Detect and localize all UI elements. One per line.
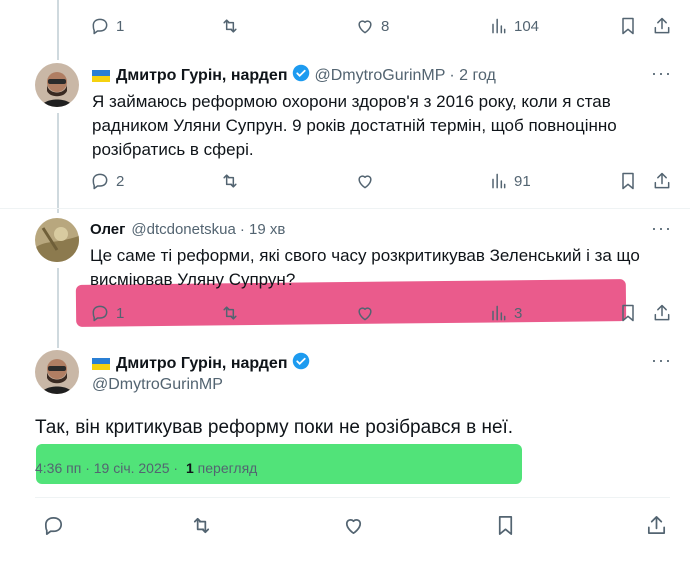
tweet3-text: Це саме ті реформи, які свого часу розкр…: [90, 244, 680, 292]
thread-line: [57, 113, 59, 213]
reply-count: 1: [116, 304, 125, 322]
heart-icon: [358, 175, 372, 189]
retweet-icon: [223, 174, 237, 188]
user-handle[interactable]: @DmytroGurinMP: [92, 376, 223, 394]
share-icon: [647, 516, 666, 535]
share-icon: [654, 17, 670, 34]
retweet-button[interactable]: [190, 514, 213, 537]
more-options-icon[interactable]: ···: [651, 63, 672, 84]
views-label: перегляд: [197, 460, 258, 476]
thread-line: [57, 268, 59, 348]
retweet-button[interactable]: [220, 171, 240, 191]
like-button[interactable]: [355, 303, 375, 323]
tweet-text-line: Це саме ті реформи, які свого часу розкр…: [90, 246, 640, 265]
retweet-button[interactable]: [220, 303, 240, 323]
verified-badge-icon: [292, 64, 310, 87]
avatar-image: [35, 218, 79, 262]
bookmark-icon: [622, 17, 634, 35]
retweet-icon: [223, 19, 237, 33]
bookmark-icon: [622, 172, 634, 190]
display-name[interactable]: Дмитро Гурін, нардеп: [116, 67, 287, 85]
reply-icon: [92, 173, 108, 190]
tweet2-header: Дмитро Гурін, нардеп @DmytroGurinMP · 2 …: [92, 64, 496, 87]
views-count: 91: [514, 172, 531, 190]
more-options-icon[interactable]: ···: [651, 218, 672, 239]
tweet-text-line: радником Уляни Супрун. 9 років достатній…: [92, 116, 617, 135]
display-name[interactable]: Олег: [90, 221, 125, 238]
tweet-timestamp: 4:36 пп · 19 січ. 2025 · 1 перегляд: [35, 460, 257, 476]
like-button[interactable]: 8: [355, 16, 389, 36]
tweet3-header: Олег @dtcdonetskua · 19 хв: [90, 221, 285, 238]
retweet-icon: [223, 306, 237, 320]
avatar-image: [35, 350, 79, 394]
timestamp-text[interactable]: 4:36 пп · 19 січ. 2025 ·: [35, 460, 178, 476]
heart-icon: [358, 307, 372, 321]
heart-icon: [345, 519, 362, 535]
user-handle[interactable]: @DmytroGurinMP: [314, 67, 445, 85]
divider: [35, 497, 670, 498]
bookmark-button[interactable]: [618, 303, 638, 323]
ukraine-flag-icon: [92, 69, 110, 82]
retweet-icon: [193, 517, 210, 534]
reply-button[interactable]: [42, 514, 65, 537]
reply-icon: [92, 305, 108, 322]
views-icon: [492, 173, 506, 189]
verified-badge-icon: [292, 352, 310, 375]
share-button[interactable]: [652, 303, 672, 323]
share-icon: [654, 304, 670, 321]
reply-button[interactable]: 2: [90, 171, 124, 191]
share-button[interactable]: [652, 16, 672, 36]
like-button[interactable]: [355, 171, 375, 191]
views-icon: [492, 18, 506, 34]
reply-button[interactable]: 1: [90, 16, 124, 36]
bookmark-button[interactable]: [618, 16, 638, 36]
bookmark-icon: [622, 304, 634, 322]
tweet4-text: Так, він критикував реформу поки не розі…: [35, 417, 514, 438]
user-handle[interactable]: @dtcdonetskua: [131, 221, 235, 238]
tweet-text-line: висміював Уляну Супрун?: [90, 270, 296, 289]
reply-icon: [92, 18, 108, 35]
bookmark-button[interactable]: [618, 171, 638, 191]
tweet-time[interactable]: · 2 год: [449, 67, 495, 85]
thread-line: [57, 0, 59, 60]
share-button[interactable]: [652, 171, 672, 191]
avatar[interactable]: [35, 350, 79, 394]
views-button[interactable]: 91: [488, 171, 531, 191]
bookmark-icon: [498, 516, 513, 535]
views-button[interactable]: 3: [488, 303, 522, 323]
tweet-time[interactable]: · 19 хв: [240, 221, 285, 238]
bookmark-button[interactable]: [494, 514, 517, 537]
tweet2-text: Я займаюсь реформою охорони здоров'я з 2…: [92, 90, 672, 162]
tweet-text-line: розібратись в сфері.: [92, 140, 254, 159]
retweet-button[interactable]: [220, 16, 240, 36]
avatar[interactable]: [35, 218, 79, 262]
share-button[interactable]: [645, 514, 668, 537]
heart-icon: [358, 20, 372, 34]
views-count: 104: [514, 17, 540, 35]
views-button[interactable]: 104: [488, 16, 539, 36]
tweet-text-line: Я займаюсь реформою охорони здоров'я з 2…: [92, 92, 611, 111]
more-options-icon[interactable]: ···: [651, 350, 672, 371]
divider: [0, 208, 690, 209]
reply-button[interactable]: 1: [90, 303, 124, 323]
views-count: 1: [185, 460, 194, 476]
avatar[interactable]: [35, 63, 79, 107]
like-count: 8: [381, 17, 390, 35]
reply-count: 2: [116, 172, 125, 190]
display-name[interactable]: Дмитро Гурін, нардеп: [116, 355, 287, 373]
like-button[interactable]: [342, 514, 365, 537]
views-icon: [492, 305, 506, 321]
ukraine-flag-icon: [92, 357, 110, 370]
reply-count: 1: [116, 17, 125, 35]
reply-icon: [44, 516, 63, 535]
tweet4-header: Дмитро Гурін, нардеп: [92, 352, 310, 375]
views-count: 3: [514, 304, 523, 322]
avatar-image: [35, 63, 79, 107]
share-icon: [654, 172, 670, 189]
